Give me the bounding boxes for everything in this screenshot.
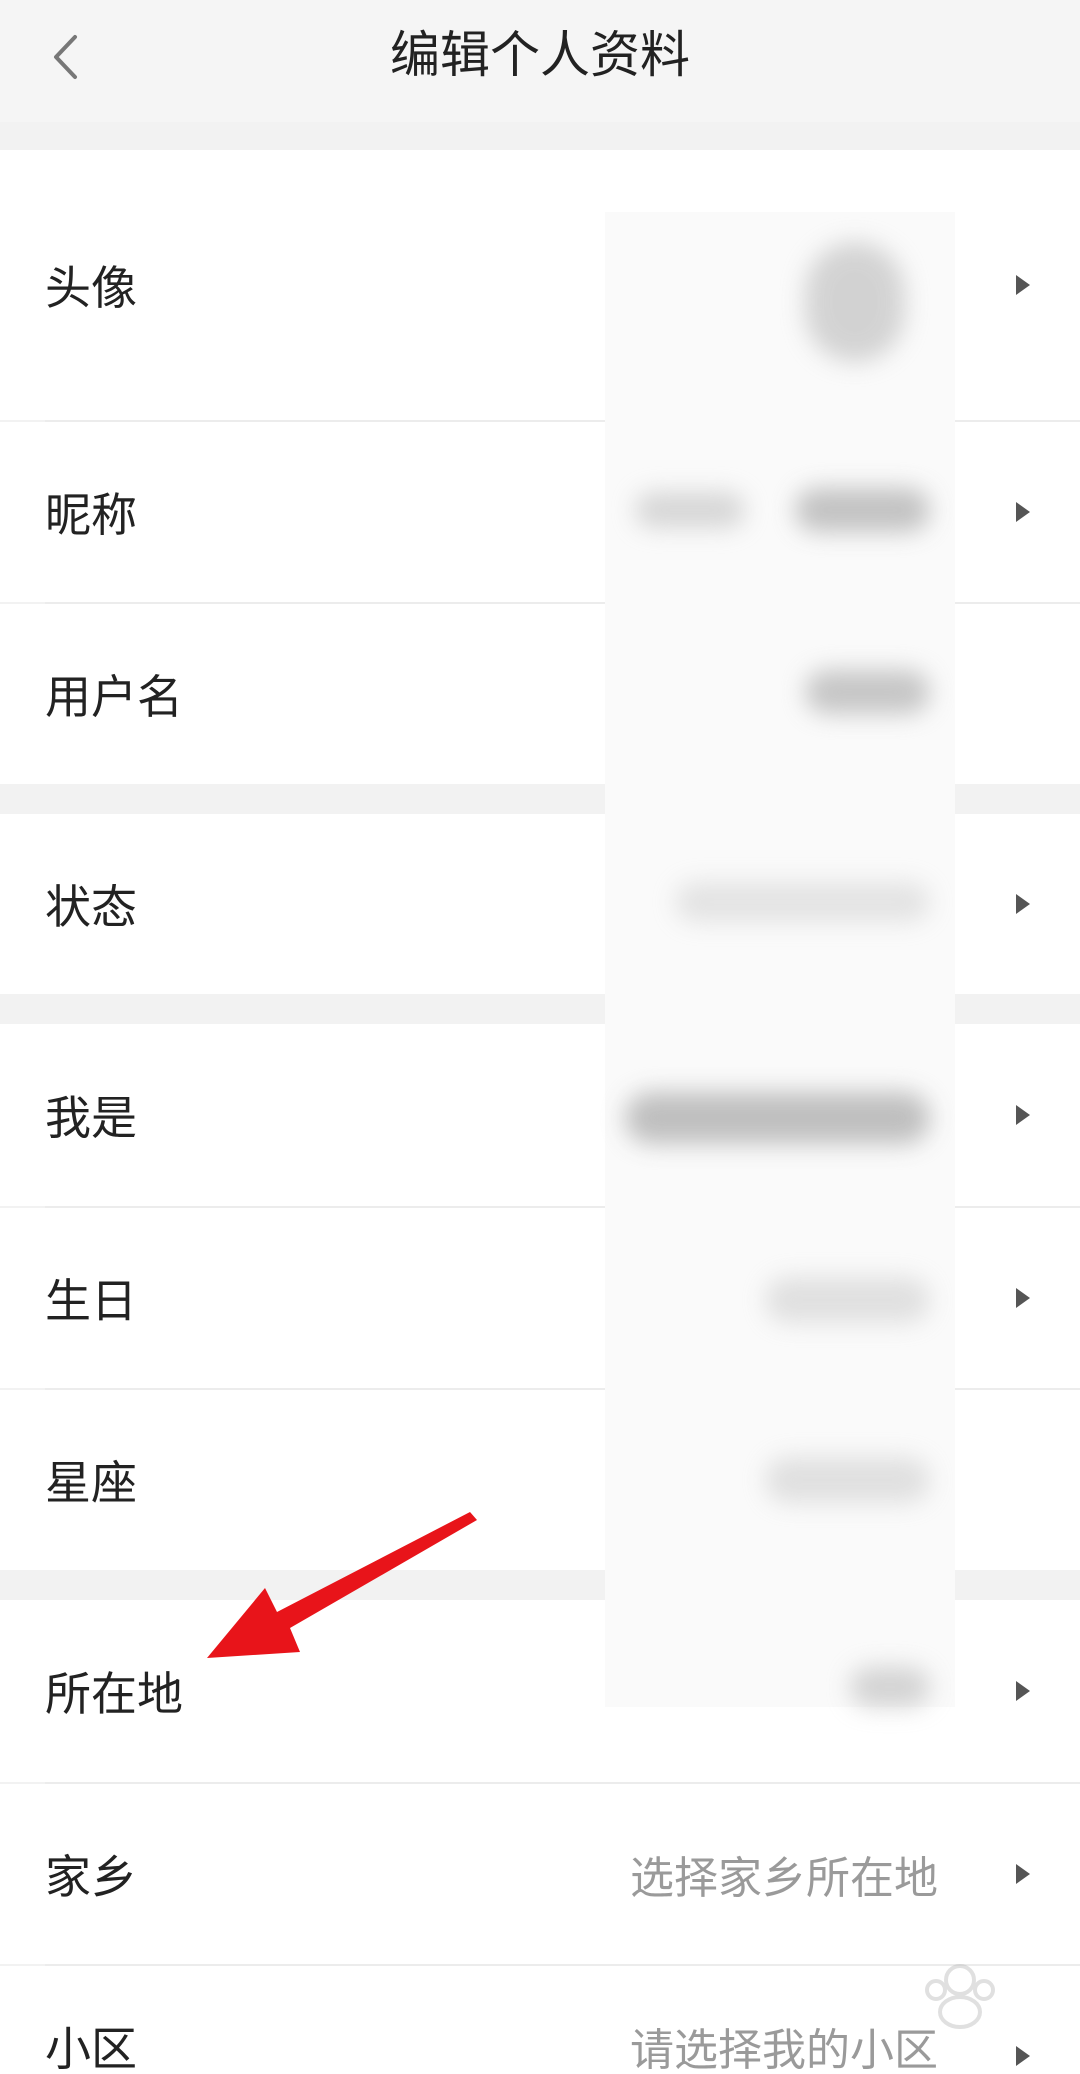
- triangle-right-icon: [1016, 894, 1030, 914]
- triangle-right-icon: [1016, 275, 1030, 295]
- triangle-right-icon: [1016, 1681, 1030, 1701]
- row-label: 生日: [45, 1274, 137, 1328]
- avatar: [793, 210, 938, 355]
- back-button[interactable]: [40, 22, 90, 92]
- row-hometown[interactable]: 家乡 选择家乡所在地: [0, 1784, 1080, 1964]
- row-label: 我是: [45, 1091, 137, 1145]
- page-title: 编辑个人资料: [390, 26, 690, 84]
- row-label: 星座: [45, 1456, 137, 1510]
- row-label: 昵称: [45, 488, 137, 542]
- row-zodiac[interactable]: 星座: [0, 1390, 1080, 1570]
- row-label: 所在地: [45, 1667, 183, 1721]
- row-avatar[interactable]: 头像: [0, 150, 1080, 420]
- triangle-right-icon: [1016, 1864, 1030, 1884]
- triangle-right-icon: [1016, 1288, 1030, 1308]
- triangle-right-icon: [1016, 502, 1030, 522]
- row-label: 头像: [45, 261, 137, 315]
- top-bar: 编辑个人资料: [0, 0, 1080, 122]
- chevron-left-icon: [54, 35, 77, 79]
- triangle-right-icon: [1016, 1105, 1030, 1125]
- row-label: 用户名: [45, 670, 183, 724]
- row-nickname[interactable]: 昵称: [0, 422, 1080, 602]
- triangle-right-icon: [1016, 2046, 1030, 2066]
- row-identity[interactable]: 我是: [0, 1024, 1080, 1206]
- row-label: 状态: [45, 880, 137, 934]
- row-label: 家乡: [45, 1850, 137, 1904]
- row-status[interactable]: 状态: [0, 814, 1080, 994]
- row-value: 选择家乡所在地: [630, 1853, 938, 1904]
- row-value: 请选择我的小区: [630, 2025, 938, 2074]
- row-username[interactable]: 用户名: [0, 604, 1080, 784]
- row-location[interactable]: 所在地: [0, 1600, 1080, 1782]
- row-label: 小区: [45, 2022, 137, 2074]
- row-birthday[interactable]: 生日: [0, 1208, 1080, 1388]
- row-community[interactable]: 小区 请选择我的小区: [0, 1966, 1080, 2074]
